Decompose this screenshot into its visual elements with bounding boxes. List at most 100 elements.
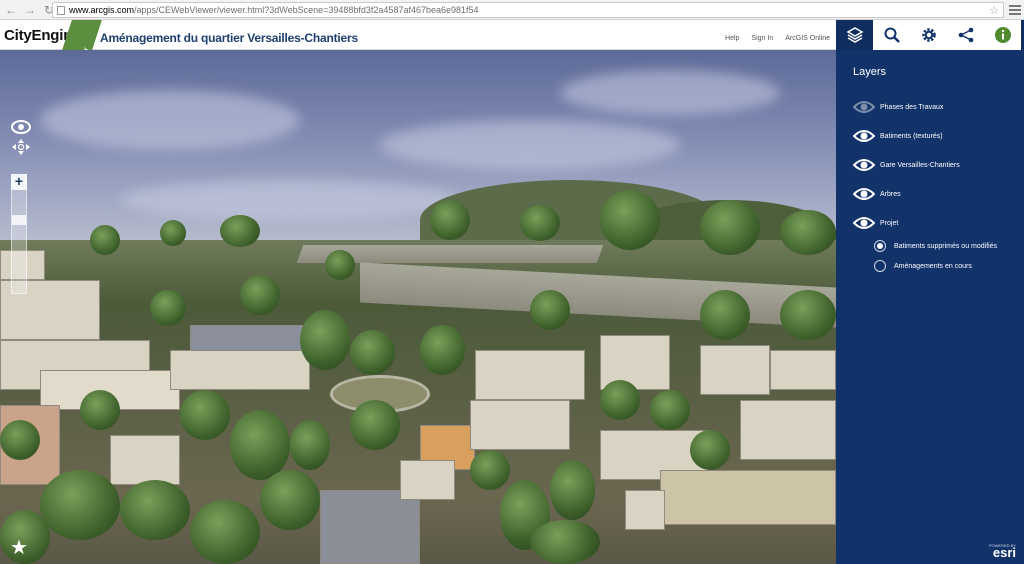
tree bbox=[470, 450, 510, 490]
building bbox=[400, 460, 455, 500]
tree bbox=[700, 290, 750, 340]
orbit-button[interactable] bbox=[10, 118, 32, 136]
tree bbox=[530, 520, 600, 564]
cloud bbox=[40, 90, 300, 150]
zoom-slider[interactable] bbox=[11, 174, 27, 294]
layer-label: Phases des Travaux bbox=[880, 103, 944, 111]
tree bbox=[530, 290, 570, 330]
orbit-icon bbox=[11, 120, 31, 134]
layers-icon bbox=[845, 27, 864, 43]
pan-button[interactable] bbox=[10, 138, 32, 156]
bookmark-star-icon[interactable]: ☆ bbox=[989, 4, 999, 17]
tree bbox=[80, 390, 120, 430]
tree bbox=[40, 470, 120, 540]
sublayer-item-amenagements[interactable]: Aménagements en cours bbox=[874, 260, 972, 272]
info-button[interactable] bbox=[984, 20, 1021, 50]
tree bbox=[600, 190, 660, 250]
layer-item-projet[interactable]: Projet bbox=[853, 216, 898, 230]
building bbox=[475, 350, 585, 400]
page-title: Aménagement du quartier Versailles-Chant… bbox=[100, 31, 358, 45]
cloud bbox=[120, 180, 460, 220]
radio-button[interactable] bbox=[874, 240, 886, 252]
layer-item-arbres[interactable]: Arbres bbox=[853, 187, 901, 201]
search-icon bbox=[884, 27, 900, 43]
tree bbox=[290, 420, 330, 470]
sign-in-link[interactable]: Sign In bbox=[751, 35, 773, 42]
eye-icon[interactable] bbox=[853, 158, 875, 172]
layer-item-phases[interactable]: Phases des Travaux bbox=[853, 100, 943, 114]
tree bbox=[240, 275, 280, 315]
tree bbox=[350, 330, 395, 375]
tree bbox=[780, 210, 836, 255]
tree bbox=[550, 460, 595, 520]
panel-title: Layers bbox=[853, 66, 887, 78]
tree bbox=[260, 470, 320, 530]
eye-icon[interactable] bbox=[853, 187, 875, 201]
page-icon bbox=[57, 5, 65, 15]
layer-label: Projet bbox=[880, 219, 899, 227]
building bbox=[470, 400, 570, 450]
tree bbox=[520, 205, 560, 241]
tree bbox=[600, 380, 640, 420]
tree bbox=[350, 400, 400, 450]
arrow-left-icon[interactable]: ← bbox=[3, 2, 19, 18]
star-icon[interactable]: ★ bbox=[10, 538, 28, 558]
layers-button[interactable] bbox=[836, 20, 873, 50]
tree bbox=[780, 290, 836, 340]
layer-label: Gare Versailles-Chantiers bbox=[880, 161, 960, 169]
share-icon bbox=[958, 27, 973, 43]
hamburger-menu-icon[interactable] bbox=[1009, 3, 1021, 17]
app-header: CityEngine Web Viewer Aménagement du qua… bbox=[0, 20, 836, 70]
building bbox=[660, 470, 836, 525]
radio-button[interactable] bbox=[874, 260, 886, 272]
tree bbox=[325, 250, 355, 280]
address-bar[interactable]: www.arcgis.com /apps/CEWebViewer/viewer.… bbox=[52, 2, 1004, 18]
tree bbox=[650, 390, 690, 430]
header-links: Help Sign In ArcGIS Online bbox=[725, 35, 830, 42]
search-button[interactable] bbox=[873, 20, 910, 50]
building bbox=[110, 435, 180, 485]
tree bbox=[190, 500, 260, 564]
help-link[interactable]: Help bbox=[725, 35, 739, 42]
url-path: /apps/CEWebViewer/viewer.html?3dWebScene… bbox=[134, 5, 479, 15]
info-icon bbox=[994, 27, 1011, 43]
tree bbox=[420, 325, 465, 375]
building bbox=[740, 400, 836, 460]
gear-icon bbox=[921, 28, 936, 42]
scene-viewport[interactable]: + ★ bbox=[0, 50, 836, 564]
sublayer-label: Batiments supprimés ou modifiés bbox=[894, 242, 998, 250]
settings-button[interactable] bbox=[910, 20, 947, 50]
zoom-slider-thumb[interactable] bbox=[12, 215, 26, 225]
sublayer-label: Aménagements en cours bbox=[894, 262, 972, 270]
tree bbox=[430, 200, 470, 240]
tree bbox=[300, 310, 350, 370]
tree bbox=[90, 225, 120, 255]
tree bbox=[220, 215, 260, 247]
tree bbox=[230, 410, 290, 480]
zoom-in-button[interactable]: + bbox=[11, 174, 27, 190]
pan-icon bbox=[12, 139, 30, 155]
building bbox=[770, 350, 836, 390]
cloud bbox=[380, 120, 680, 170]
sublayer-item-batiments-supprimes[interactable]: Batiments supprimés ou modifiés bbox=[874, 240, 997, 252]
arcgis-online-link[interactable]: ArcGIS Online bbox=[785, 35, 830, 42]
building bbox=[320, 490, 420, 564]
eye-icon[interactable] bbox=[853, 216, 875, 230]
eye-icon[interactable] bbox=[853, 100, 875, 114]
building bbox=[170, 350, 310, 390]
share-button[interactable] bbox=[947, 20, 984, 50]
building bbox=[625, 490, 665, 530]
layer-label: Batiments (texturés) bbox=[880, 132, 943, 140]
building bbox=[700, 345, 770, 395]
tree bbox=[700, 200, 760, 255]
eye-icon[interactable] bbox=[853, 129, 875, 143]
tree bbox=[160, 220, 186, 246]
url-domain: www.arcgis.com bbox=[69, 5, 135, 15]
esri-logo: esri bbox=[992, 545, 1016, 560]
tree bbox=[690, 430, 730, 470]
layer-item-gare[interactable]: Gare Versailles-Chantiers bbox=[853, 158, 960, 172]
layer-item-batiments[interactable]: Batiments (texturés) bbox=[853, 129, 943, 143]
arrow-right-icon[interactable]: → bbox=[22, 2, 38, 18]
toolbar bbox=[836, 20, 1024, 50]
tree bbox=[180, 390, 230, 440]
